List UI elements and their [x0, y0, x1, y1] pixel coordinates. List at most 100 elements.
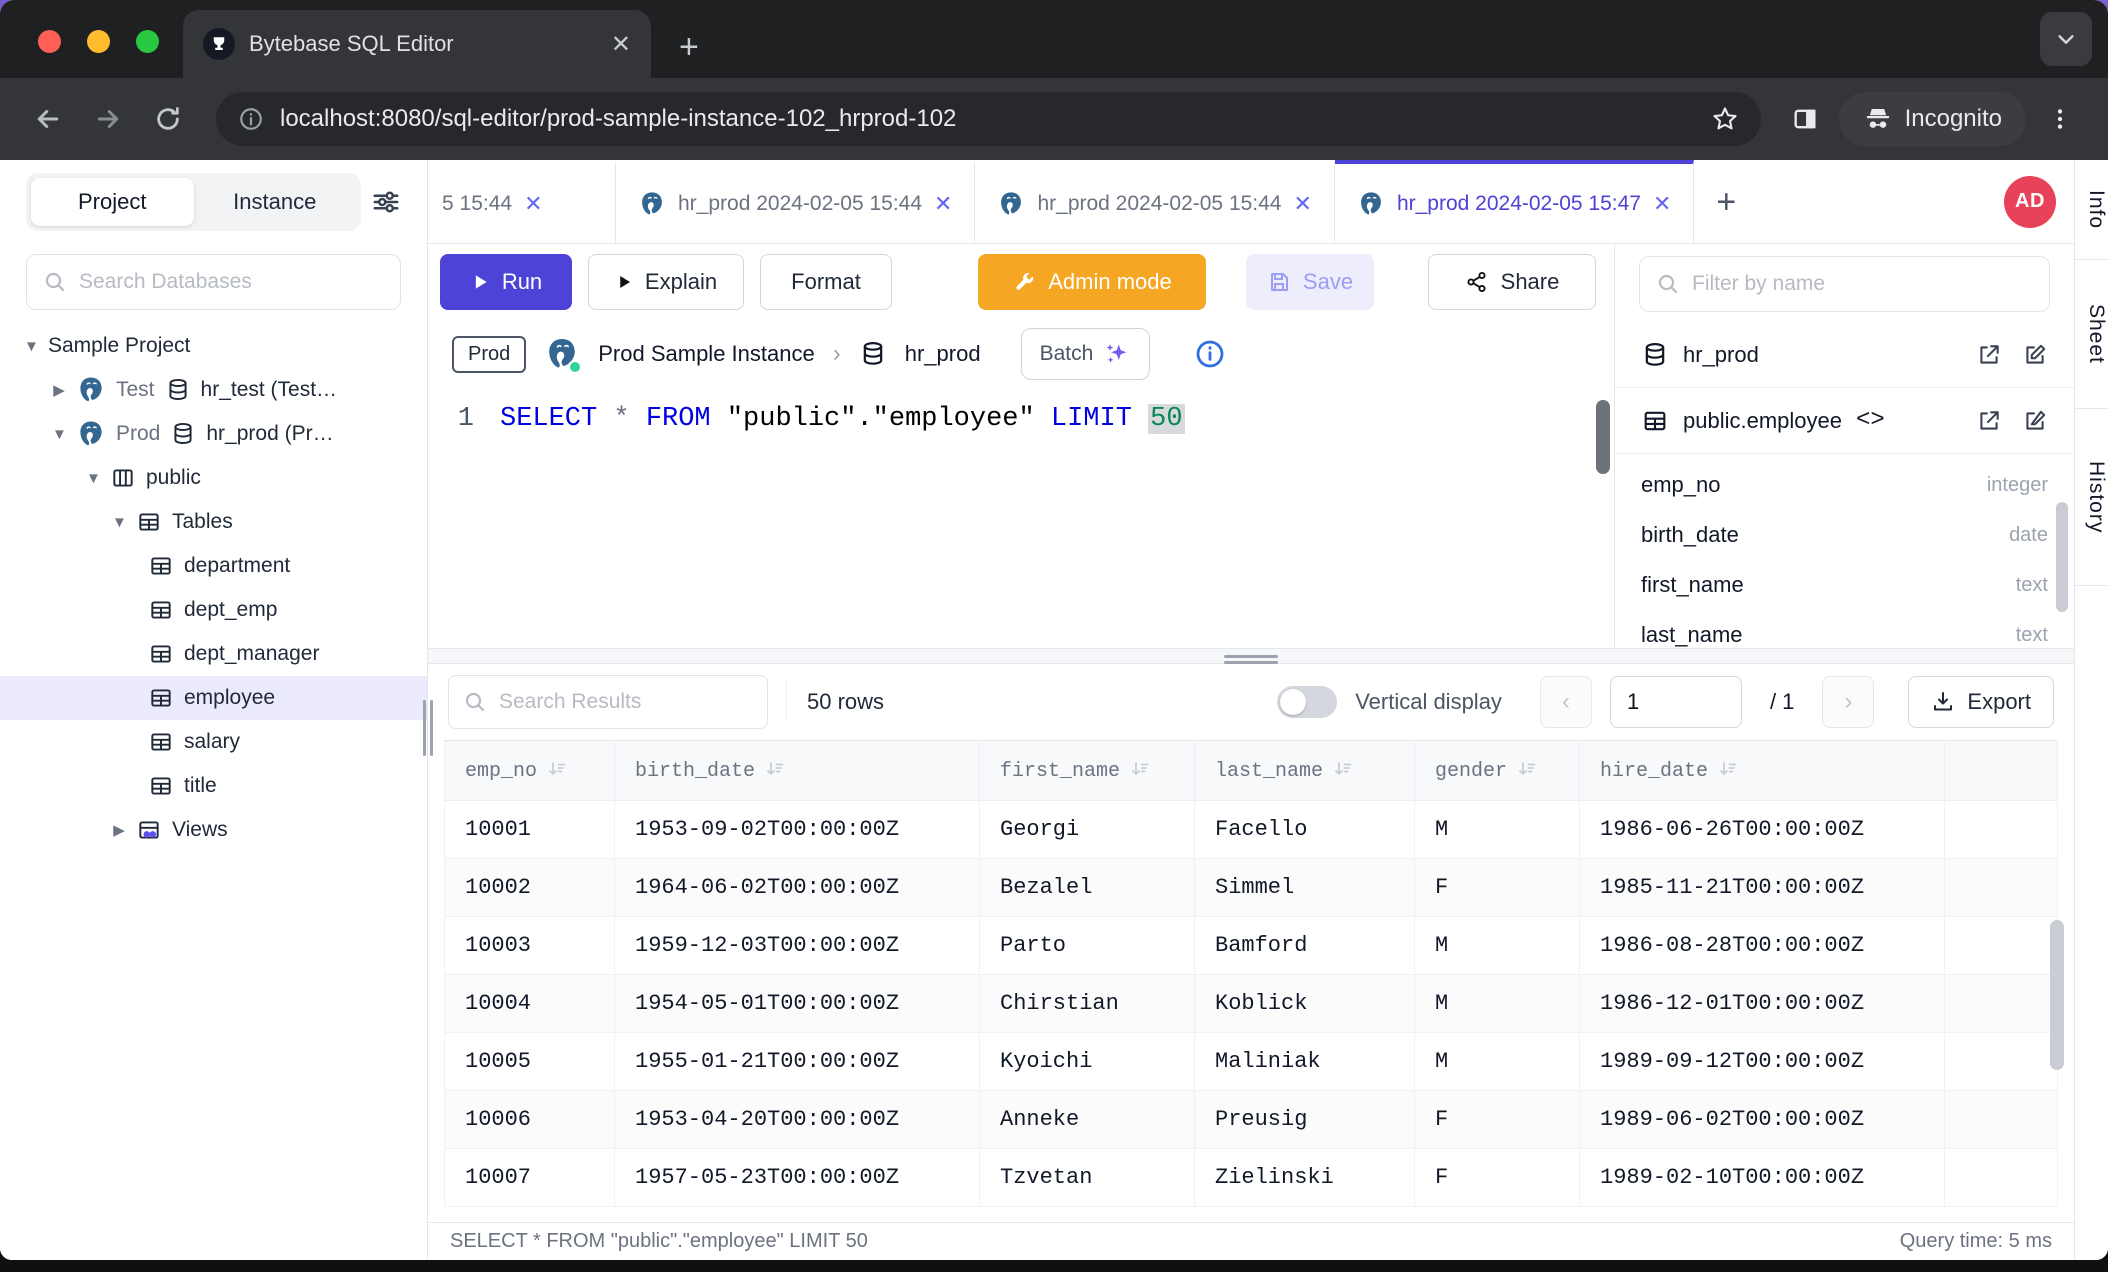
- tree-item-prod-db[interactable]: ▼ Prod hr_prod (Pr…: [0, 412, 427, 456]
- table-cell[interactable]: Parto: [980, 917, 1195, 975]
- admin-mode-button[interactable]: Admin mode: [978, 254, 1206, 310]
- close-window-button[interactable]: [38, 30, 61, 53]
- table-cell[interactable]: F: [1415, 1149, 1580, 1207]
- browser-menu-icon[interactable]: [2034, 93, 2086, 145]
- close-tab-icon[interactable]: ✕: [934, 191, 952, 217]
- new-tab-button[interactable]: +: [679, 30, 699, 64]
- close-tab-icon[interactable]: ✕: [1653, 191, 1671, 217]
- share-button[interactable]: Share: [1428, 254, 1596, 310]
- user-avatar[interactable]: AD: [2004, 176, 2056, 228]
- table-cell[interactable]: M: [1415, 975, 1580, 1033]
- batch-button[interactable]: Batch: [1021, 328, 1151, 380]
- external-link-icon[interactable]: [1976, 342, 2002, 368]
- tab-history[interactable]: History: [2075, 409, 2108, 586]
- caret-right-icon[interactable]: ▶: [112, 821, 126, 839]
- table-cell[interactable]: 1986-06-26T00:00:00Z: [1580, 801, 1945, 859]
- table-cell[interactable]: M: [1415, 917, 1580, 975]
- table-cell[interactable]: 10005: [445, 1033, 615, 1091]
- table-row[interactable]: 100021964-06-02T00:00:00ZBezalelSimmelF1…: [445, 859, 2058, 917]
- column-header-hire_date[interactable]: hire_date: [1580, 741, 1945, 801]
- table-row[interactable]: 100031959-12-03T00:00:00ZPartoBamfordM19…: [445, 917, 2058, 975]
- back-button[interactable]: [22, 93, 74, 145]
- table-cell[interactable]: Bamford: [1195, 917, 1415, 975]
- table-cell[interactable]: 1955-01-21T00:00:00Z: [615, 1033, 980, 1091]
- database-name[interactable]: hr_prod: [905, 341, 981, 367]
- table-cell[interactable]: Bezalel: [980, 859, 1195, 917]
- tab-info[interactable]: Info: [2075, 160, 2108, 260]
- table-cell[interactable]: Simmel: [1195, 859, 1415, 917]
- export-button[interactable]: Export: [1908, 676, 2054, 728]
- instance-name[interactable]: Prod Sample Instance: [598, 341, 814, 367]
- tree-item-test-db[interactable]: ▶ Test hr_test (Test…: [0, 368, 427, 412]
- sql-editor[interactable]: 1 SELECT * FROM "public"."employee" LIMI…: [428, 388, 1614, 648]
- sheet-tab-1[interactable]: hr_prod 2024-02-05 15:44✕: [616, 160, 975, 243]
- address-bar[interactable]: localhost:8080/sql-editor/prod-sample-in…: [216, 92, 1761, 146]
- side-panel-icon[interactable]: [1779, 93, 1831, 145]
- tree-item-table-department[interactable]: department: [0, 544, 427, 588]
- explain-button[interactable]: Explain: [588, 254, 744, 310]
- table-cell[interactable]: Tzvetan: [980, 1149, 1195, 1207]
- next-page-button[interactable]: ›: [1822, 676, 1874, 728]
- column-row[interactable]: last_nametext: [1641, 610, 2048, 648]
- table-row[interactable]: 100011953-09-02T00:00:00ZGeorgiFacelloM1…: [445, 801, 2058, 859]
- page-input[interactable]: [1610, 676, 1742, 728]
- table-cell[interactable]: 1957-05-23T00:00:00Z: [615, 1149, 980, 1207]
- drag-handle-icon[interactable]: [1224, 652, 1278, 667]
- table-cell[interactable]: Anneke: [980, 1091, 1195, 1149]
- add-sheet-button[interactable]: +: [1694, 185, 1758, 219]
- tab-instance[interactable]: Instance: [194, 178, 357, 226]
- schema-filter[interactable]: [1639, 256, 2050, 312]
- tab-project[interactable]: Project: [31, 178, 194, 226]
- sort-icon[interactable]: [1718, 759, 1738, 779]
- table-cell[interactable]: 1953-09-02T00:00:00Z: [615, 801, 980, 859]
- table-cell[interactable]: M: [1415, 1033, 1580, 1091]
- maximize-window-button[interactable]: [136, 30, 159, 53]
- tree-item-table-salary[interactable]: salary: [0, 720, 427, 764]
- table-cell[interactable]: 1986-12-01T00:00:00Z: [1580, 975, 1945, 1033]
- forward-button[interactable]: [82, 93, 134, 145]
- table-cell[interactable]: Facello: [1195, 801, 1415, 859]
- table-cell[interactable]: Zielinski: [1195, 1149, 1415, 1207]
- table-row[interactable]: 100071957-05-23T00:00:00ZTzvetanZielinsk…: [445, 1149, 2058, 1207]
- table-cell[interactable]: F: [1415, 859, 1580, 917]
- table-cell[interactable]: Chirstian: [980, 975, 1195, 1033]
- tree-item-table-employee[interactable]: employee: [0, 676, 427, 720]
- table-cell[interactable]: 1954-05-01T00:00:00Z: [615, 975, 980, 1033]
- editor-scrollbar[interactable]: [1596, 400, 1610, 474]
- table-cell[interactable]: 1989-02-10T00:00:00Z: [1580, 1149, 1945, 1207]
- table-row[interactable]: 100061953-04-20T00:00:00ZAnnekePreusigF1…: [445, 1091, 2058, 1149]
- sort-icon[interactable]: [1517, 759, 1537, 779]
- tree-settings-icon[interactable]: [371, 187, 401, 217]
- prev-page-button[interactable]: ‹: [1540, 676, 1592, 728]
- table-cell[interactable]: 10004: [445, 975, 615, 1033]
- schema-filter-input[interactable]: [1692, 272, 2033, 296]
- close-tab-icon[interactable]: ✕: [524, 191, 542, 217]
- sheet-tab-0[interactable]: 5 15:44✕: [428, 160, 616, 243]
- table-cell[interactable]: 1964-06-02T00:00:00Z: [615, 859, 980, 917]
- browser-tab[interactable]: Bytebase SQL Editor ✕: [183, 10, 651, 78]
- tab-sheet[interactable]: Sheet: [2075, 260, 2108, 409]
- vertical-display-toggle[interactable]: [1277, 686, 1337, 718]
- results-scrollbar[interactable]: [2050, 920, 2064, 1070]
- caret-down-icon[interactable]: ▼: [112, 514, 126, 531]
- tree-item-project[interactable]: ▼ Sample Project: [0, 324, 427, 368]
- schema-scrollbar[interactable]: [2056, 502, 2068, 612]
- results-search-input[interactable]: [499, 690, 753, 714]
- sort-icon[interactable]: [1130, 759, 1150, 779]
- close-tab-icon[interactable]: ✕: [1294, 191, 1312, 217]
- browser-tab-close-icon[interactable]: ✕: [611, 30, 631, 59]
- table-cell[interactable]: Maliniak: [1195, 1033, 1415, 1091]
- column-row[interactable]: birth_datedate: [1641, 510, 2048, 560]
- reload-button[interactable]: [142, 93, 194, 145]
- caret-down-icon[interactable]: ▼: [24, 338, 38, 355]
- table-cell[interactable]: 1959-12-03T00:00:00Z: [615, 917, 980, 975]
- schema-table-row[interactable]: public.employee <>: [1615, 388, 2074, 454]
- table-cell[interactable]: Kyoichi: [980, 1033, 1195, 1091]
- table-cell[interactable]: 10003: [445, 917, 615, 975]
- sort-icon[interactable]: [1333, 759, 1353, 779]
- sort-icon[interactable]: [547, 759, 567, 779]
- table-cell[interactable]: 1989-06-02T00:00:00Z: [1580, 1091, 1945, 1149]
- table-cell[interactable]: Georgi: [980, 801, 1195, 859]
- table-cell[interactable]: 1985-11-21T00:00:00Z: [1580, 859, 1945, 917]
- column-header-gender[interactable]: gender: [1415, 741, 1580, 801]
